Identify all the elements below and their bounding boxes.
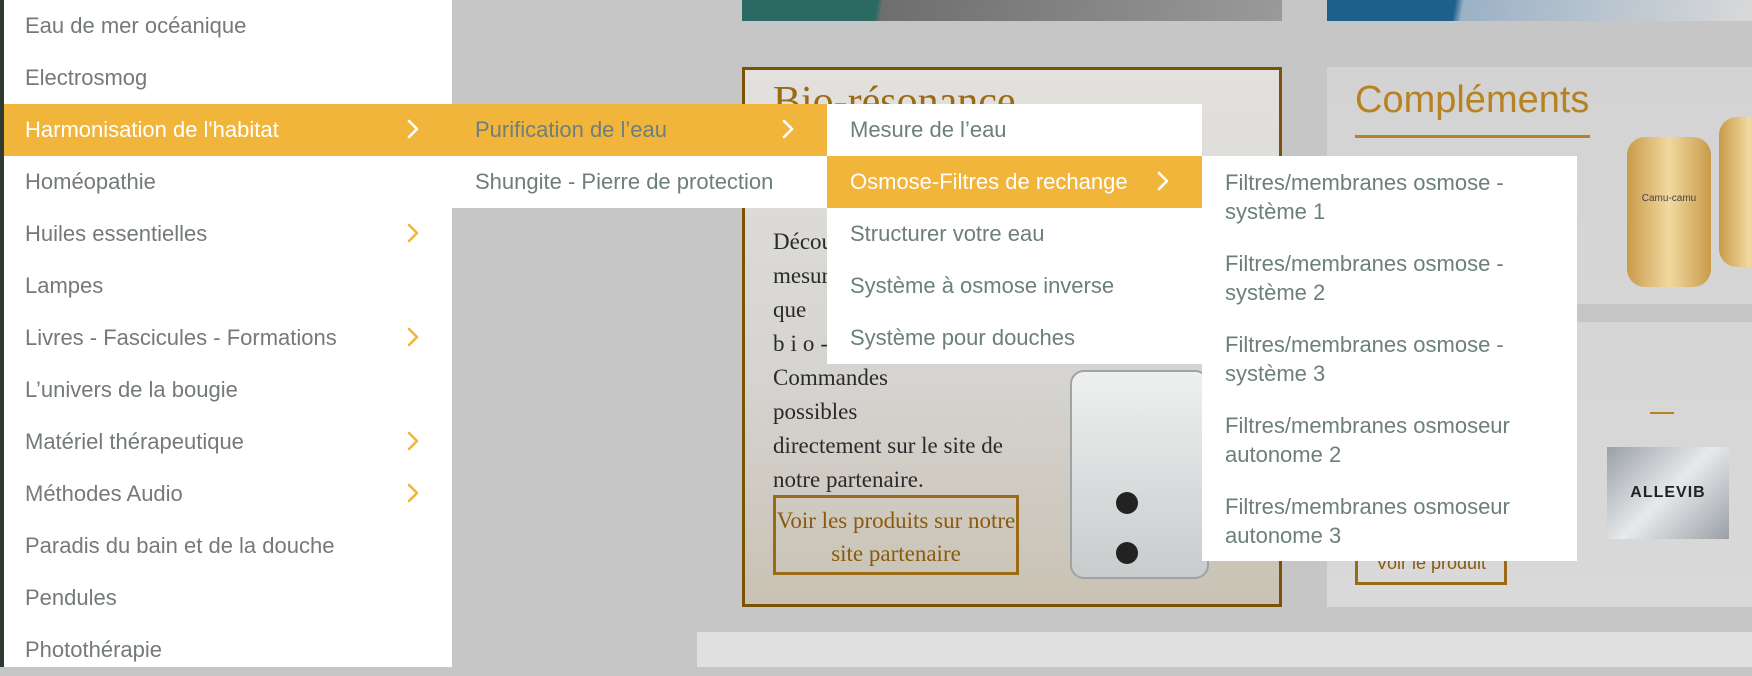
submenu-osmose-filtres: Filtres/membranes osmose - système 1 Filt…	[1202, 156, 1577, 561]
menu-item-huiles-essentielles[interactable]: Huiles essentielles	[4, 208, 452, 260]
menu-item-eau-de-mer-oceanique[interactable]: Eau de mer océanique	[4, 0, 452, 52]
title-underline	[1355, 135, 1590, 138]
menu-item-filtres-membranes-osmose-systeme-3[interactable]: Filtres/membranes osmose - système 3	[1202, 318, 1577, 399]
menu-item-label: Filtres/membranes osmoseur autonome 2	[1225, 413, 1510, 467]
menu-item-label: Système pour douches	[850, 325, 1076, 350]
category-menu: Eau de mer océanique Electrosmog Harmonisa…	[4, 0, 452, 667]
menu-item-label: Système à osmose inverse	[850, 273, 1115, 298]
menu-item-systeme-pour-douches[interactable]: Système pour douches	[827, 312, 1202, 364]
menu-item-label: Photothérapie	[25, 637, 162, 662]
menu-item-label: Huiles essentielles	[25, 221, 208, 246]
menu-item-electrosmog[interactable]: Electrosmog	[4, 52, 452, 104]
menu-item-label: Filtres/membranes osmose - système 3	[1225, 332, 1504, 386]
menu-item-methodes-audio[interactable]: Méthodes Audio	[4, 468, 452, 520]
bottom-bar	[697, 632, 1752, 667]
menu-item-label: Lampes	[25, 273, 104, 298]
menu-item-label: Harmonisation de l'habitat	[25, 117, 279, 142]
complements-card-title: Compléments	[1355, 79, 1590, 121]
menu-item-label: L’univers de la bougie	[25, 377, 238, 402]
chevron-right-icon	[402, 430, 424, 452]
menu-item-label: Purification de l’eau	[475, 117, 668, 142]
partner-site-button[interactable]: Voir les produits sur notre site partena…	[773, 495, 1019, 575]
menu-item-label: Homéopathie	[25, 169, 156, 194]
menu-item-materiel-therapeutique[interactable]: Matériel thérapeutique	[4, 416, 452, 468]
menu-item-label: Paradis du bain et de la douche	[25, 533, 335, 558]
jar-label: Camu-camu	[1641, 193, 1697, 204]
chevron-right-icon	[777, 118, 799, 140]
menu-item-filtres-membranes-osmose-systeme-2[interactable]: Filtres/membranes osmose - système 2	[1202, 237, 1577, 318]
menu-item-shungite-pierre-de-protection[interactable]: Shungite - Pierre de protection	[452, 156, 827, 208]
menu-item-harmonisation-de-l-habitat[interactable]: Harmonisation de l'habitat	[4, 104, 452, 156]
menu-item-mesure-de-l-eau[interactable]: Mesure de l’eau	[827, 104, 1202, 156]
supplement-jar-image-2	[1719, 117, 1752, 267]
menu-item-label: Structurer votre eau	[850, 221, 1045, 246]
menu-item-l-univers-de-la-bougie[interactable]: L’univers de la bougie	[4, 364, 452, 416]
menu-item-label: Eau de mer océanique	[25, 13, 247, 38]
menu-item-label: Matériel thérapeutique	[25, 429, 244, 454]
menu-item-filtres-membranes-osmoseur-autonome-3[interactable]: Filtres/membranes osmoseur autonome 3	[1202, 480, 1577, 561]
submenu-purification: Mesure de l’eau Osmose-Filtres de rechang…	[827, 104, 1202, 364]
menu-item-label: Méthodes Audio	[25, 481, 183, 506]
chevron-right-icon	[1152, 170, 1174, 192]
menu-item-homeopathie[interactable]: Homéopathie	[4, 156, 452, 208]
menu-item-paradis-du-bain-et-de-la-douche[interactable]: Paradis du bain et de la douche	[4, 520, 452, 572]
top-card-right	[1327, 0, 1752, 21]
menu-item-label: Electrosmog	[25, 65, 148, 90]
organotest-device-image	[1070, 370, 1209, 579]
menu-item-purification-de-l-eau[interactable]: Purification de l’eau	[452, 104, 827, 156]
menu-item-label: Pendules	[25, 585, 117, 610]
menu-item-lampes[interactable]: Lampes	[4, 260, 452, 312]
chevron-right-icon	[402, 118, 424, 140]
bio-text-line: Commandes possibles	[773, 365, 888, 424]
bio-text-line: directement sur le site de	[773, 433, 1003, 458]
top-card-left	[742, 0, 1282, 21]
menu-item-osmose-filtres-de-rechange[interactable]: Osmose-Filtres de rechange	[827, 156, 1202, 208]
menu-item-label: Shungite - Pierre de protection	[475, 169, 774, 194]
menu-item-label: Filtres/membranes osmose - système 2	[1225, 251, 1504, 305]
decorative-line	[1650, 412, 1674, 414]
menu-item-livres-fascicules-formations[interactable]: Livres - Fascicules - Formations	[4, 312, 452, 364]
bio-text-line: notre partenaire.	[773, 467, 924, 492]
menu-item-label: Mesure de l’eau	[850, 117, 1007, 142]
menu-item-label: Filtres/membranes osmose - système 1	[1225, 170, 1504, 224]
menu-item-label: Livres - Fascicules - Formations	[25, 325, 337, 350]
menu-item-label: Filtres/membranes osmoseur autonome 3	[1225, 494, 1510, 548]
menu-item-systeme-a-osmose-inverse[interactable]: Système à osmose inverse	[827, 260, 1202, 312]
menu-item-structurer-votre-eau[interactable]: Structurer votre eau	[827, 208, 1202, 260]
menu-item-phototherapie[interactable]: Photothérapie	[4, 624, 452, 676]
menu-item-filtres-membranes-osmoseur-autonome-2[interactable]: Filtres/membranes osmoseur autonome 2	[1202, 399, 1577, 480]
chevron-right-icon	[402, 482, 424, 504]
supplement-jar-image: Camu-camu	[1627, 137, 1711, 287]
chevron-right-icon	[402, 326, 424, 348]
menu-item-filtres-membranes-osmose-systeme-1[interactable]: Filtres/membranes osmose - système 1	[1202, 156, 1577, 237]
submenu-harmonisation: Purification de l’eau Shungite - Pierre d…	[452, 104, 827, 208]
allevib-product-image: ALLEVIB	[1607, 447, 1729, 539]
menu-item-pendules[interactable]: Pendules	[4, 572, 452, 624]
menu-item-label: Osmose-Filtres de rechange	[850, 169, 1128, 194]
chevron-right-icon	[402, 222, 424, 244]
